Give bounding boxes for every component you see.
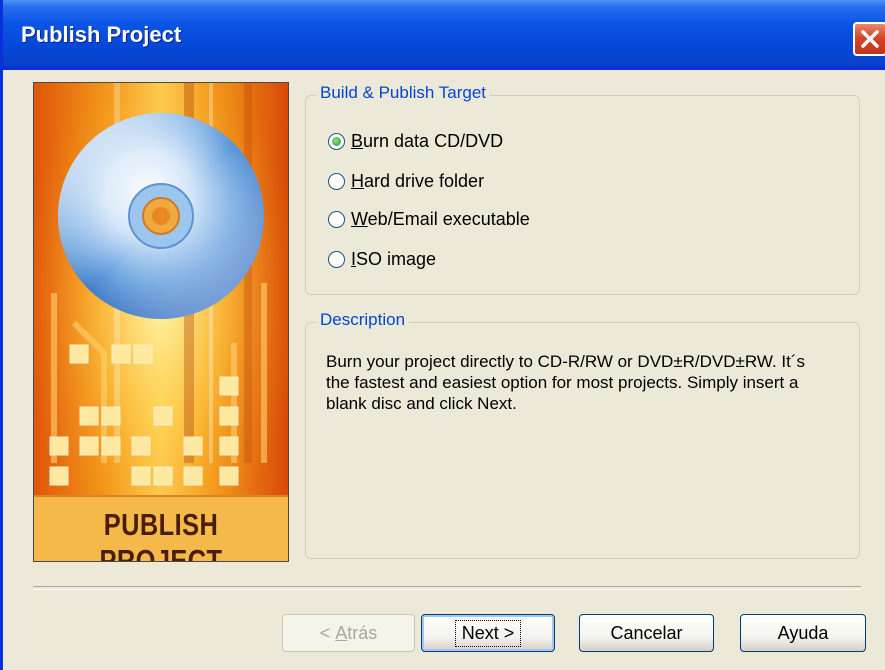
- publish-banner-image: PUBLISH PROJECT: [33, 82, 289, 562]
- cancel-button[interactable]: Cancelar: [579, 614, 714, 652]
- button-separator: [33, 586, 861, 590]
- back-button[interactable]: < Atrás: [282, 614, 415, 652]
- next-button-label: Next >: [454, 619, 522, 647]
- help-button[interactable]: Ayuda: [740, 614, 866, 652]
- build-publish-target-group: Build & Publish Target Burn data CD/DVD …: [305, 83, 860, 295]
- next-button[interactable]: Next >: [421, 614, 555, 652]
- window-title: Publish Project: [21, 22, 182, 47]
- title-bar-border: [3, 66, 885, 70]
- radio-button[interactable]: [328, 172, 345, 190]
- banner-artwork: [34, 83, 288, 561]
- description-group-legend: Description: [316, 310, 410, 330]
- close-icon: [861, 30, 879, 48]
- radio-button[interactable]: [328, 210, 345, 228]
- banner-caption: PUBLISH PROJECT: [99, 507, 223, 562]
- description-text: Burn your project directly to CD-R/RW or…: [326, 352, 806, 413]
- radio-label-hard-drive: Hard drive folder: [351, 170, 485, 191]
- publish-project-dialog: Publish Project PUBLISH PROJECT Build & …: [0, 0, 885, 670]
- close-button[interactable]: [853, 22, 885, 56]
- back-button-accel: A: [335, 622, 348, 643]
- back-button-prefix: <: [319, 622, 336, 643]
- target-group-legend: Build & Publish Target: [316, 83, 491, 103]
- radio-burn-data-cd-dvd[interactable]: Burn data CD/DVD: [328, 128, 503, 154]
- description-group: Description Burn your project directly t…: [305, 310, 860, 559]
- back-button-label: trás: [347, 622, 378, 643]
- title-bar[interactable]: Publish Project: [3, 0, 885, 66]
- radio-iso-image[interactable]: ISO image: [328, 246, 436, 272]
- radio-button-selected[interactable]: [328, 132, 345, 150]
- radio-button[interactable]: [328, 250, 345, 268]
- radio-web-email-executable[interactable]: Web/Email executable: [328, 206, 530, 232]
- radio-label-burn: Burn data CD/DVD: [351, 130, 504, 151]
- radio-label-web-email: Web/Email executable: [351, 208, 530, 229]
- radio-label-iso: ISO image: [351, 248, 437, 269]
- radio-hard-drive-folder[interactable]: Hard drive folder: [328, 168, 484, 194]
